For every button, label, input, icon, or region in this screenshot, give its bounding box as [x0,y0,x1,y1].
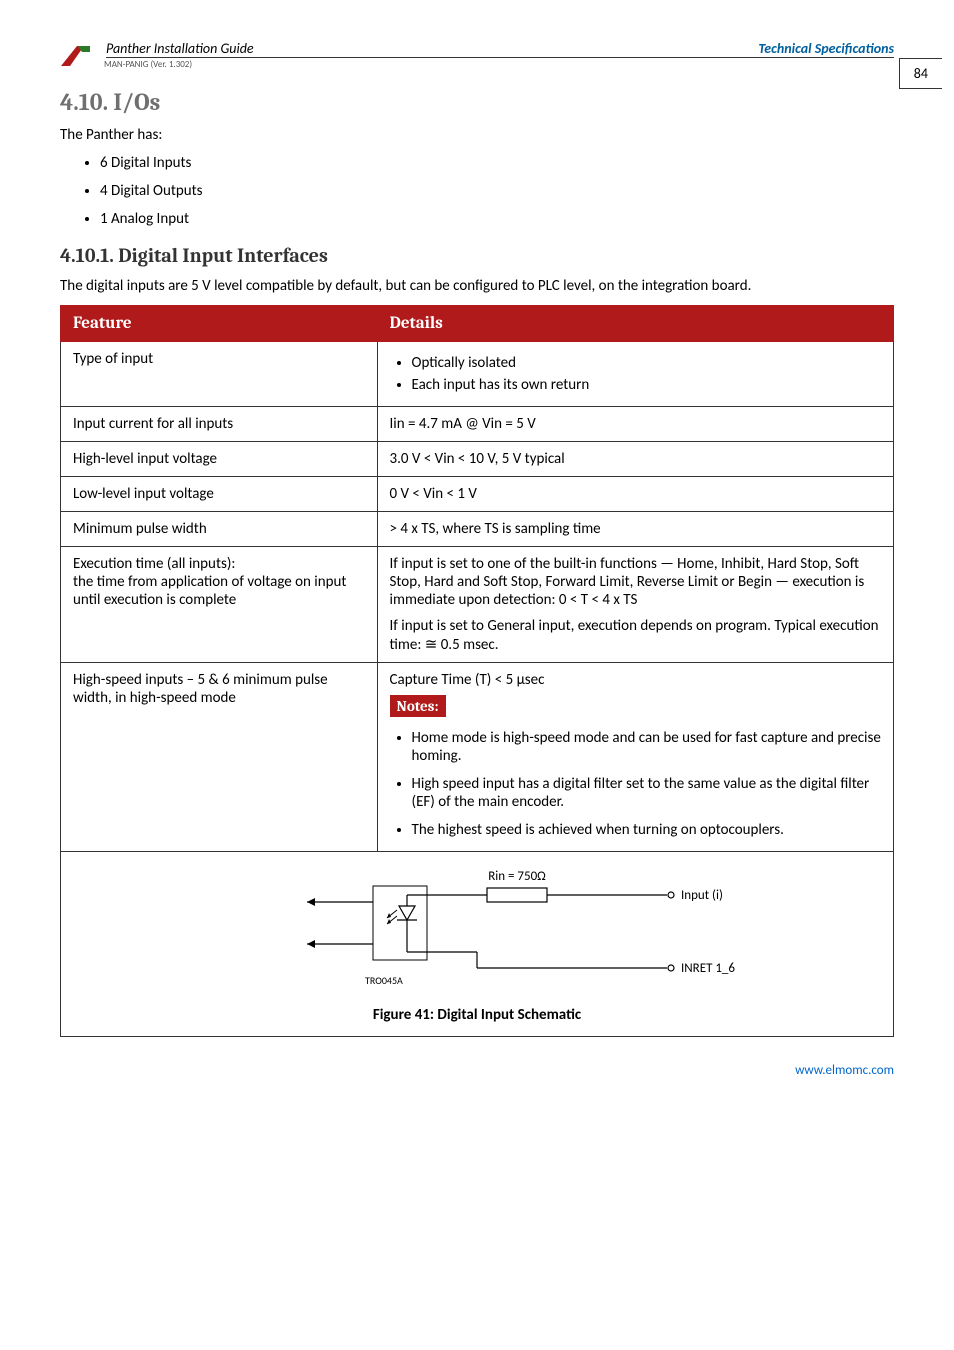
details-cell: Capture Time (T) < 5 µsec Notes: Home mo… [377,663,893,852]
table-header-details: Details [377,306,893,342]
feature-cell: High-level input voltage [61,442,378,477]
list-item: The highest speed is achieved when turni… [412,821,881,839]
inret-label: INRET 1_6 [681,961,735,976]
rin-label: Rin = 750Ω [488,869,546,884]
table-row: Type of input Optically isolated Each in… [61,342,894,407]
subsection-heading: 4.10.1. Digital Input Interfaces [60,244,894,267]
input-label: Input (i) [681,888,723,903]
feature-cell: Minimum pulse width [61,512,378,547]
doc-title: Panther Installation Guide [106,40,254,57]
table-row: Low-level input voltage 0 V < Vin < 1 V [61,477,894,512]
brand-logo-icon [60,42,94,70]
details-cell: Optically isolated Each input has its ow… [377,342,893,407]
table-row-figure: Rin = 750Ω Input (i) [61,852,894,1037]
subsection-intro: The digital inputs are 5 V level compati… [60,277,894,295]
footer-url[interactable]: www.elmomc.com [60,1063,894,1078]
feature-cell: High-speed inputs – 5 & 6 minimum pulse … [61,663,378,852]
feature-cell: Low-level input voltage [61,477,378,512]
section-bullet-list: 6 Digital Inputs 4 Digital Outputs 1 Ana… [60,154,894,228]
details-paragraph: If input is set to one of the built-in f… [390,555,881,609]
table-row: Minimum pulse width > 4 x TS, where TS i… [61,512,894,547]
table-row: High-speed inputs – 5 & 6 minimum pulse … [61,663,894,852]
notes-badge: Notes: [390,695,446,717]
table-row: High-level input voltage 3.0 V < Vin < 1… [61,442,894,477]
table-row: Input current for all inputs Iin = 4.7 m… [61,407,894,442]
list-item: Each input has its own return [412,376,881,394]
list-item: 1 Analog Input [100,210,894,228]
details-cell: Iin = 4.7 mA @ Vin = 5 V [377,407,893,442]
details-cell: If input is set to one of the built-in f… [377,547,893,663]
capture-time-line: Capture Time (T) < 5 µsec [390,671,881,689]
page-number-badge: 84 [899,58,942,89]
list-item: 6 Digital Inputs [100,154,894,172]
feature-cell: Execution time (all inputs): the time fr… [61,547,378,663]
details-cell: 0 V < Vin < 1 V [377,477,893,512]
table-row: Execution time (all inputs): the time fr… [61,547,894,663]
list-item: High speed input has a digital filter se… [412,775,881,811]
section-intro: The Panther has: [60,126,894,144]
section-heading: 4.10. I/Os [60,88,894,116]
tro-label: TRO045A [365,974,403,987]
digital-input-schematic-icon: Rin = 750Ω Input (i) [197,866,757,996]
list-item: Optically isolated [412,354,881,372]
figure-caption: Figure 41: Digital Input Schematic [71,1006,883,1024]
details-cell: > 4 x TS, where TS is sampling time [377,512,893,547]
feature-cell: Input current for all inputs [61,407,378,442]
feature-cell: Type of input [61,342,378,407]
list-item: 4 Digital Outputs [100,182,894,200]
list-item: Home mode is high-speed mode and can be … [412,729,881,765]
table-header-feature: Feature [61,306,378,342]
doc-code: MAN-PANIG (Ver. 1.302) [104,59,894,70]
details-paragraph: If input is set to General input, execut… [390,617,881,654]
details-cell: 3.0 V < Vin < 10 V, 5 V typical [377,442,893,477]
section-title: Technical Specifications [758,40,894,57]
figure-cell: Rin = 750Ω Input (i) [61,852,894,1037]
page-number: 84 [914,65,928,82]
page-header: 84 Panther Installation Guide Technical … [60,40,894,70]
spec-table: Feature Details Type of input Optically … [60,305,894,1037]
